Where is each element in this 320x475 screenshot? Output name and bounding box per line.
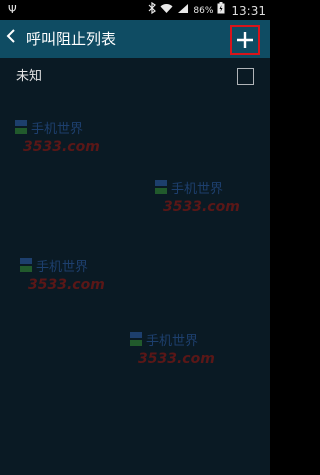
watermark-site: 3533.com [138, 351, 215, 367]
watermark-site: 3533.com [28, 277, 105, 293]
plus-icon [236, 31, 254, 49]
block-list: 未知 手机世界 3533.com 手机世界 3533.com 手机世界 3533… [0, 58, 270, 475]
list-item[interactable]: 未知 [0, 58, 270, 96]
watermark-site: 3533.com [163, 199, 240, 215]
bluetooth-icon [148, 1, 157, 19]
status-icons: 86% 13:31 [148, 1, 266, 19]
signal-icon [177, 3, 189, 19]
clock: 13:31 [231, 3, 266, 18]
watermark-logo: 手机世界 3533.com [15, 118, 135, 160]
status-bar: Ψ 86% 13:31 [0, 0, 270, 20]
page-title: 呼叫阻止列表 [26, 30, 117, 48]
back-chevron-icon[interactable] [6, 28, 16, 49]
watermark-site: 3533.com [23, 139, 100, 155]
list-item-label: 未知 [16, 69, 43, 84]
watermark-brand: 手机世界 [31, 122, 83, 137]
watermark-brand: 手机世界 [171, 182, 223, 197]
add-button[interactable] [230, 25, 260, 55]
watermark-brand: 手机世界 [36, 260, 88, 275]
wifi-icon [160, 3, 173, 19]
list-item-checkbox[interactable] [237, 68, 254, 85]
watermark-logo: 手机世界 3533.com [130, 330, 250, 372]
usb-icon: Ψ [8, 3, 17, 16]
battery-percent: 86% [193, 5, 214, 16]
battery-charging-icon [217, 2, 225, 19]
watermark-brand: 手机世界 [146, 334, 198, 349]
watermark-logo: 手机世界 3533.com [20, 256, 140, 298]
watermark-logo: 手机世界 3533.com [155, 178, 275, 220]
